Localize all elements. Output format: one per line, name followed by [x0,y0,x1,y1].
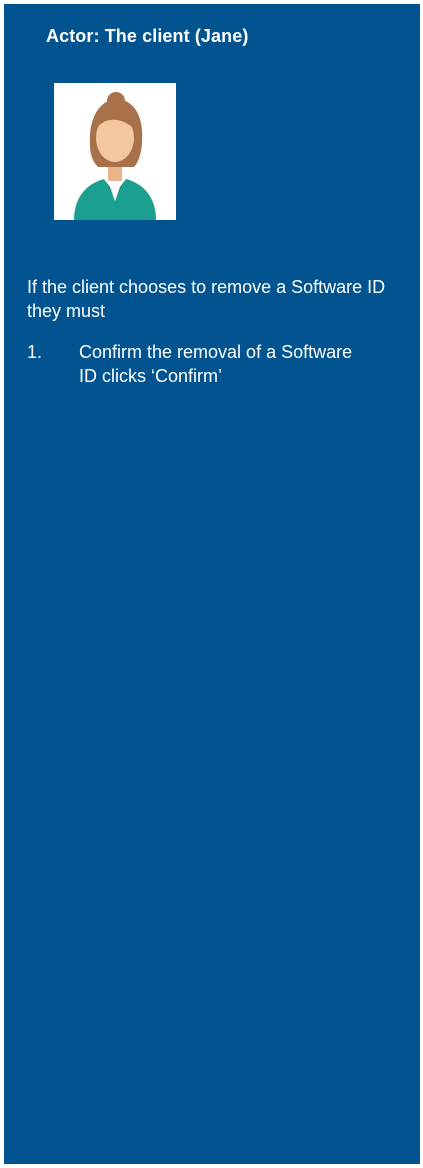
intro-text: If the client chooses to remove a Softwa… [27,277,386,321]
actor-panel: Actor: The client (Jane) If the client c… [4,4,420,1164]
step-text: Confirm the removal of a Software ID cli… [79,342,353,386]
steps-list: 1. Confirm the removal of a Software ID … [27,340,407,388]
avatar [54,83,176,220]
actor-title: Actor: The client (Jane) [46,26,249,46]
female-user-icon [74,92,156,220]
step-number: 1. [27,342,43,362]
list-item: 1. Confirm the removal of a Software ID … [27,340,407,388]
